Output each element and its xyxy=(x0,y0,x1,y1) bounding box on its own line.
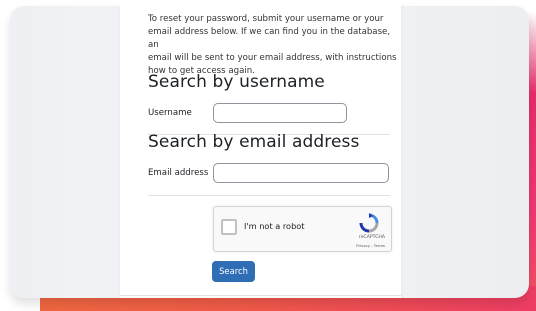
recaptcha-checkbox[interactable] xyxy=(221,219,237,235)
section-divider xyxy=(120,295,401,296)
reset-password-card: To reset your password, submit your user… xyxy=(120,6,401,298)
instructions-line: To reset your password, submit your user… xyxy=(148,14,384,24)
username-section-heading: Search by username xyxy=(148,72,325,92)
username-input[interactable] xyxy=(213,103,347,123)
email-section-heading: Search by email address xyxy=(148,132,360,152)
recaptcha-widget: I'm not a robot reCAPTCHA Privacy - Term… xyxy=(213,206,392,252)
email-label: Email address xyxy=(148,168,209,178)
search-button[interactable]: Search xyxy=(212,261,255,282)
recaptcha-label: I'm not a robot xyxy=(244,221,305,231)
instructions-line: email will be sent to your email address… xyxy=(148,53,397,63)
instructions-text: To reset your password, submit your user… xyxy=(148,13,398,78)
recaptcha-brand: reCAPTCHA xyxy=(358,235,385,240)
recaptcha-logo-icon xyxy=(359,213,379,233)
instructions-line: email address below. If we can find you … xyxy=(148,27,391,50)
screenshot-frame: To reset your password, submit your user… xyxy=(10,6,529,298)
section-divider xyxy=(148,195,390,196)
recaptcha-links[interactable]: Privacy - Terms xyxy=(356,243,385,248)
email-input[interactable] xyxy=(213,163,389,183)
username-label: Username xyxy=(148,108,192,118)
